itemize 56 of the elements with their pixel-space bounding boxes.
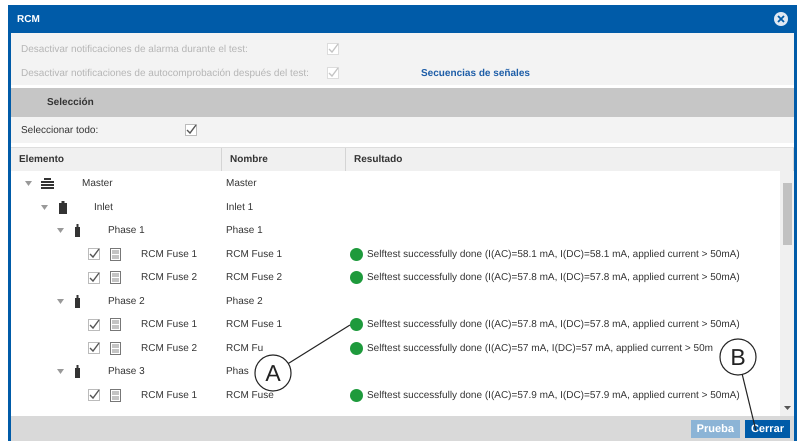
- element-name: RCM Fuse 1: [141, 319, 198, 330]
- checkbox[interactable]: [88, 318, 100, 331]
- caret-icon[interactable]: [39, 202, 49, 212]
- select-all-label: Seleccionar todo:: [21, 124, 100, 136]
- signal-sequences-link[interactable]: Secuencias de señales: [421, 68, 530, 78]
- option-label: Desactivar notificaciones de alarma durante el test:: [21, 44, 249, 54]
- option-label: Desactivar notificaciones de autocomprobación después del test:: [21, 68, 310, 78]
- scroll-thumb[interactable]: [782, 183, 792, 245]
- table-cell-text: Phas: [225, 366, 249, 378]
- table-cell-text: Phase 1: [225, 225, 263, 236]
- fuse-icon: [110, 248, 121, 261]
- table-cell-text: Master: [225, 178, 257, 190]
- element-name: Inlet: [94, 202, 113, 213]
- element-name: RCM Fuse 1: [141, 248, 198, 260]
- fuse-icon: [110, 342, 121, 355]
- close-button[interactable]: [774, 12, 788, 26]
- result-text: Selftest successfully done (I(AC)=57.9 mA, I(DC)=57.9 mA, applied current > 50mA): [367, 390, 740, 401]
- column-header[interactable]: Nombre: [222, 148, 346, 171]
- table-cell-text: RCM Fuse 1: [225, 248, 282, 260]
- plug-icon: [75, 224, 80, 238]
- battery-icon: [59, 200, 67, 214]
- result-text: Selftest successfully done (I(AC)=58.1 mA, I(DC)=58.1 mA, applied current > 50mA): [367, 248, 740, 260]
- element-name: Master: [82, 178, 113, 190]
- checkbox[interactable]: [88, 272, 100, 284]
- window-title: RCM: [17, 14, 40, 24]
- element-name: RCM Fuse 2: [141, 272, 198, 284]
- result-text: Selftest successfully done (I(AC)=57.8 mA, I(DC)=57.8 mA, applied current > 50mA): [367, 272, 740, 284]
- plug-icon: [75, 294, 80, 308]
- server-stack-icon: [41, 178, 54, 190]
- section-header: Selección: [11, 88, 794, 117]
- result-text: Selftest successfully done (I(AC)=57 mA, I(DC)=57 mA, applied current > 50m: [367, 342, 713, 354]
- checkbox[interactable]: [88, 389, 100, 402]
- result-text: Selftest successfully done (I(AC)=57.8 mA, I(DC)=57.8 mA, applied current > 50mA): [367, 319, 740, 330]
- fuse-icon: [110, 271, 121, 284]
- checkbox[interactable]: [185, 124, 197, 136]
- checkbox[interactable]: [88, 248, 100, 260]
- fuse-icon: [110, 388, 121, 402]
- table-cell-text: RCM Fuse: [225, 390, 274, 401]
- element-name: Phase 2: [108, 296, 145, 307]
- fuse-icon: [110, 318, 121, 332]
- checkbox[interactable]: [88, 342, 100, 354]
- element-name: RCM Fuse 1: [141, 390, 198, 401]
- element-name: Phase 3: [108, 366, 145, 378]
- element-name: Phase 1: [108, 225, 145, 236]
- column-header[interactable]: Elemento: [11, 148, 222, 171]
- element-name: RCM Fuse 2: [141, 342, 198, 354]
- table-cell-text: RCM Fu: [225, 342, 264, 354]
- plug-icon: [75, 365, 80, 378]
- table-cell-text: RCM Fuse 1: [225, 319, 282, 330]
- table-cell-text: Inlet 1: [225, 202, 254, 213]
- caret-icon[interactable]: [55, 296, 65, 306]
- scroll-down-icon[interactable]: [784, 406, 790, 410]
- dialog-button[interactable]: Cerrar: [744, 420, 790, 438]
- table-cell-text: RCM Fuse 2: [225, 272, 282, 284]
- table-cell-text: Phase 2: [225, 296, 263, 307]
- scrollbar[interactable]: [780, 171, 794, 416]
